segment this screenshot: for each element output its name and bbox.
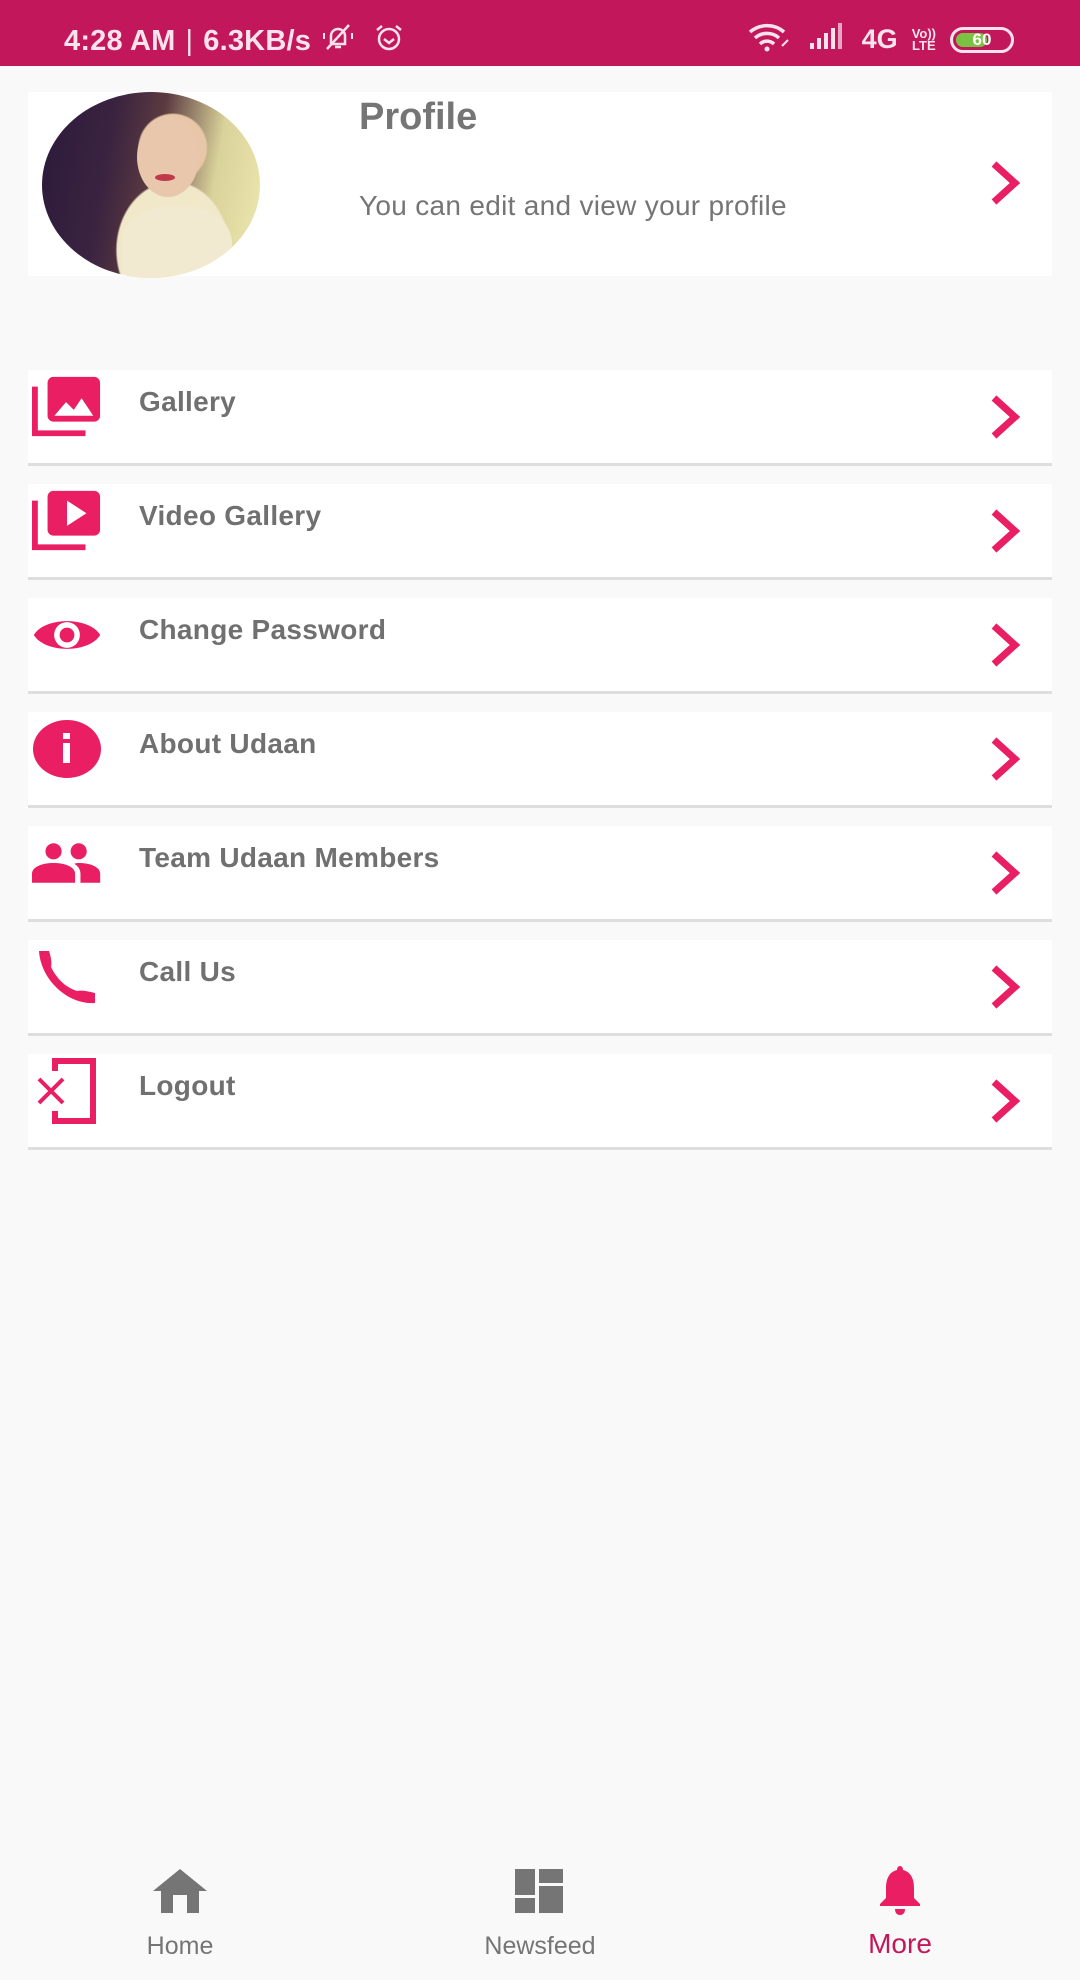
home-icon <box>70 1866 290 1916</box>
nav-label: More <box>868 1928 932 1959</box>
phone-icon <box>32 944 102 1010</box>
status-net-speed: 6.3KB/s <box>203 24 312 57</box>
people-icon <box>32 830 102 896</box>
menu-item-label: Video Gallery <box>139 500 322 531</box>
avatar[interactable] <box>42 92 260 278</box>
menu-item-label: Logout <box>139 1070 236 1101</box>
battery-icon: 60 <box>950 26 1014 53</box>
avatar-face <box>137 117 199 197</box>
avatar-lips <box>155 174 175 181</box>
bottom-nav: Home Newsfeed More <box>0 1840 1080 1980</box>
volte-bottom: LTE <box>912 37 936 53</box>
menu-item-label: Call Us <box>139 956 237 987</box>
photo-library-icon <box>32 374 102 440</box>
menu-item-logout[interactable]: Logout <box>28 1054 1052 1150</box>
menu-item-call-us[interactable]: Call Us <box>28 940 1052 1036</box>
chevron-right-icon <box>991 509 1020 553</box>
menu-item-change-password[interactable]: Change Password <box>28 598 1052 694</box>
video-library-icon <box>32 488 102 554</box>
chevron-right-icon <box>991 623 1020 667</box>
wifi-icon <box>746 22 794 57</box>
chevron-right-icon <box>991 965 1020 1009</box>
menu-item-label: About Udaan <box>139 728 317 759</box>
status-bar: 4:28 AM | 6.3KB/s 4G Vo)) LTE 60 <box>0 0 1080 66</box>
chevron-right-icon[interactable] <box>990 160 1020 206</box>
status-right: 4G Vo)) LTE 60 <box>746 22 1014 57</box>
menu-item-label: Gallery <box>139 386 237 417</box>
dashboard-icon <box>430 1866 650 1916</box>
volte-indicator: Vo)) LTE <box>912 27 936 53</box>
chevron-right-icon <box>991 851 1020 895</box>
menu-item-label: Change Password <box>139 614 387 645</box>
nav-label: Newsfeed <box>484 1932 596 1960</box>
profile-subtitle: You can edit and view your profile <box>359 190 787 221</box>
chevron-right-icon <box>991 737 1020 781</box>
logout-icon <box>32 1058 102 1124</box>
menu-item-team-udaan-members[interactable]: Team Udaan Members <box>28 826 1052 922</box>
nav-item-home[interactable]: Home <box>70 1866 290 1961</box>
status-time: 4:28 AM <box>64 24 176 57</box>
menu-item-label: Team Udaan Members <box>139 842 440 873</box>
battery-level: 60 <box>972 29 992 49</box>
network-type: 4G <box>861 24 898 54</box>
bell-off-icon <box>321 22 355 60</box>
bell-icon <box>790 1866 1010 1916</box>
info-icon <box>32 716 102 782</box>
profile-card[interactable]: Profile You can edit and view your profi… <box>28 92 1052 278</box>
menu-item-about-udaan[interactable]: About Udaan <box>28 712 1052 808</box>
eye-icon <box>32 602 102 668</box>
menu-item-video-gallery[interactable]: Video Gallery <box>28 484 1052 580</box>
profile-title: Profile <box>359 96 478 138</box>
status-left: 4:28 AM | 6.3KB/s <box>64 22 405 60</box>
chevron-right-icon <box>991 1079 1020 1123</box>
chevron-right-icon <box>991 395 1020 439</box>
nav-label: Home <box>146 1932 214 1960</box>
alarm-icon <box>373 22 405 60</box>
menu-item-gallery[interactable]: Gallery <box>28 370 1052 466</box>
nav-item-more[interactable]: More <box>790 1866 1010 1960</box>
status-separator: | <box>185 24 194 57</box>
nav-item-newsfeed[interactable]: Newsfeed <box>430 1866 650 1961</box>
signal-icon <box>808 23 848 56</box>
avatar-body <box>122 207 232 278</box>
